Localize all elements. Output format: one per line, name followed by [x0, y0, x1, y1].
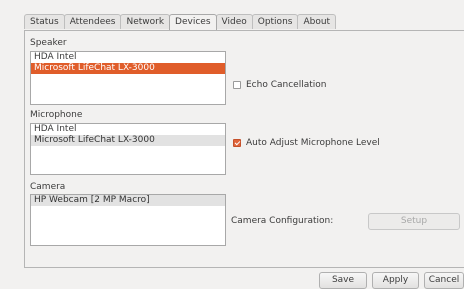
save-button[interactable]: Save — [319, 272, 367, 289]
tab-attendees[interactable]: Attendees — [63, 14, 122, 29]
tab-options[interactable]: Options — [251, 14, 299, 29]
auto-adjust-label: Auto Adjust Microphone Level — [246, 138, 380, 148]
list-item[interactable]: HP Webcam [2 MP Macro] — [31, 195, 225, 206]
auto-adjust-row[interactable]: Auto Adjust Microphone Level — [233, 138, 380, 148]
list-item[interactable]: HDA Intel — [31, 124, 225, 135]
apply-button[interactable]: Apply — [372, 272, 419, 289]
tab-bar: Status Attendees Network Devices Video O… — [24, 14, 337, 30]
camera-list[interactable]: HP Webcam [2 MP Macro] — [30, 194, 226, 246]
camera-label: Camera — [30, 182, 66, 192]
cancel-button[interactable]: Cancel — [424, 272, 464, 289]
echo-cancellation-label: Echo Cancellation — [246, 80, 327, 90]
echo-cancellation-row[interactable]: Echo Cancellation — [233, 80, 326, 90]
speaker-list[interactable]: HDA Intel Microsoft LifeChat LX-3000 — [30, 51, 226, 105]
list-item[interactable]: HDA Intel — [31, 52, 225, 63]
echo-cancellation-checkbox[interactable] — [233, 81, 241, 89]
tab-video[interactable]: Video — [215, 14, 253, 29]
list-item[interactable]: Microsoft LifeChat LX-3000 — [31, 135, 225, 146]
tab-about[interactable]: About — [297, 14, 337, 29]
camera-configuration-label: Camera Configuration: — [231, 216, 334, 226]
speaker-label: Speaker — [30, 38, 67, 48]
tab-status[interactable]: Status — [24, 14, 65, 29]
list-item[interactable]: Microsoft LifeChat LX-3000 — [31, 63, 225, 74]
auto-adjust-checkbox[interactable] — [233, 139, 241, 147]
microphone-label: Microphone — [30, 110, 83, 120]
tab-devices[interactable]: Devices — [169, 14, 217, 30]
microphone-list[interactable]: HDA Intel Microsoft LifeChat LX-3000 — [30, 123, 226, 175]
tab-network[interactable]: Network — [120, 14, 171, 29]
setup-button[interactable]: Setup — [368, 213, 460, 230]
